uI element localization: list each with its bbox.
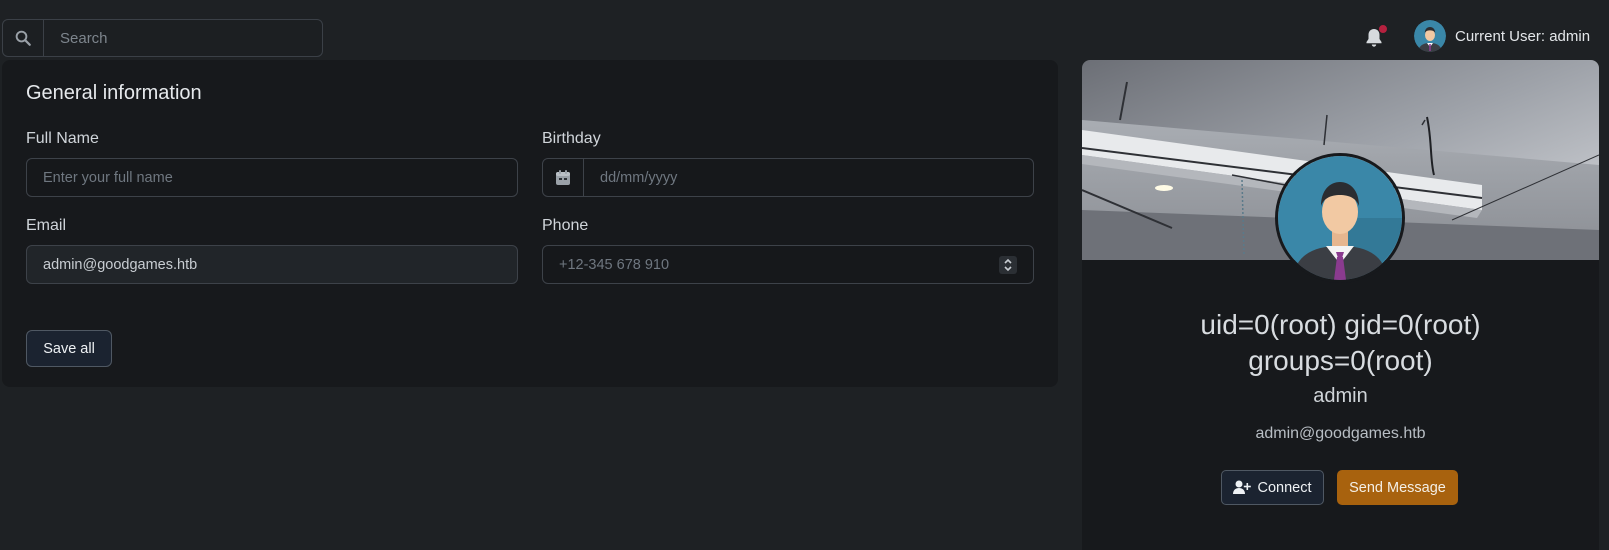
email-label: Email bbox=[26, 217, 67, 234]
profile-avatar bbox=[1275, 153, 1405, 283]
profile-name-line-2: groups=0(root) bbox=[1248, 345, 1433, 376]
profile-display-name: uid=0(root) gid=0(root) groups=0(root) bbox=[1082, 307, 1599, 379]
birthday-label: Birthday bbox=[542, 130, 601, 147]
profile-email: admin@goodgames.htb bbox=[1255, 425, 1426, 442]
email-field[interactable]: admin@goodgames.htb bbox=[26, 245, 518, 284]
spinner-icon[interactable] bbox=[999, 256, 1017, 274]
phone-field[interactable]: +12-345 678 910 bbox=[542, 245, 1034, 284]
save-all-button[interactable]: Save all bbox=[26, 330, 112, 367]
profile-username: admin bbox=[1313, 385, 1368, 407]
birthday-field[interactable]: dd/mm/yyyy bbox=[542, 158, 1034, 197]
current-user-label: Current User: admin bbox=[1455, 27, 1591, 45]
notification-badge bbox=[1378, 24, 1388, 34]
send-message-label: Send Message bbox=[1349, 479, 1446, 496]
general-information-card: General information Full Name Enter your… bbox=[2, 60, 1058, 387]
phone-label: Phone bbox=[542, 217, 589, 234]
calendar-icon[interactable] bbox=[543, 159, 584, 196]
card-title: General information bbox=[26, 82, 202, 104]
connect-button[interactable]: Connect bbox=[1221, 470, 1324, 505]
search-box bbox=[2, 19, 323, 57]
full-name-placeholder: Enter your full name bbox=[43, 169, 173, 186]
user-avatar bbox=[1414, 20, 1446, 52]
birthday-placeholder: dd/mm/yyyy bbox=[600, 169, 678, 186]
notifications-button[interactable] bbox=[1362, 24, 1388, 50]
phone-placeholder: +12-345 678 910 bbox=[559, 256, 670, 273]
profile-name-line-1: uid=0(root) gid=0(root) bbox=[1200, 309, 1481, 340]
current-user-menu[interactable]: Current User: admin bbox=[1414, 20, 1590, 52]
send-message-button[interactable]: Send Message bbox=[1337, 470, 1458, 505]
connect-label: Connect bbox=[1257, 479, 1312, 496]
full-name-label: Full Name bbox=[26, 130, 99, 147]
search-icon[interactable] bbox=[3, 20, 44, 56]
user-plus-icon bbox=[1233, 480, 1252, 494]
email-value: admin@goodgames.htb bbox=[43, 256, 198, 273]
search-input[interactable] bbox=[44, 20, 322, 56]
profile-card: uid=0(root) gid=0(root) groups=0(root) a… bbox=[1082, 60, 1599, 550]
full-name-field[interactable]: Enter your full name bbox=[26, 158, 518, 197]
top-bar: Current User: admin bbox=[0, 0, 1609, 58]
